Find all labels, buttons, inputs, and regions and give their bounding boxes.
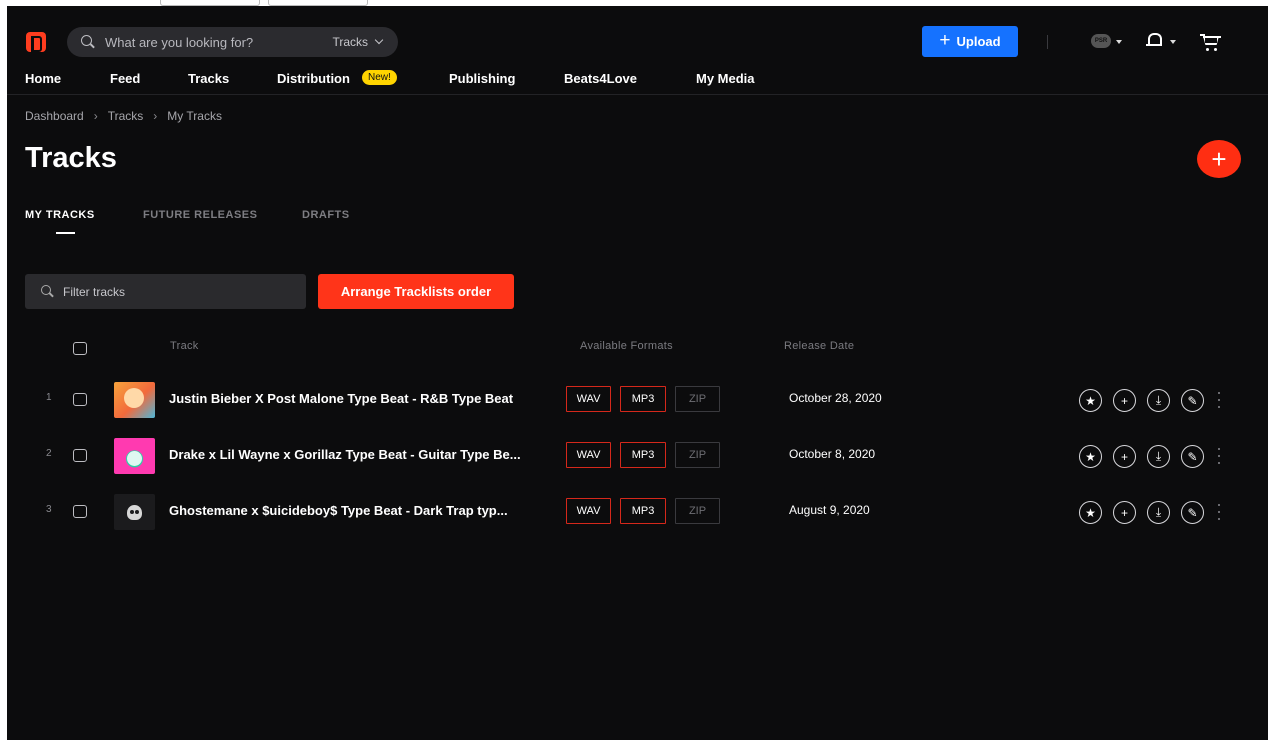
more-vertical-icon[interactable] <box>1217 504 1221 520</box>
plus-icon: + <box>939 30 951 51</box>
breadcrumb-dashboard[interactable]: Dashboard <box>25 109 84 123</box>
row-number: 1 <box>46 392 52 403</box>
column-header-formats: Available Formats <box>580 340 673 352</box>
cart-icon[interactable] <box>1200 34 1222 52</box>
bell-icon[interactable] <box>1146 31 1162 48</box>
avatar-caret-icon[interactable] <box>1116 40 1122 44</box>
breadcrumb: Dashboard › Tracks › My Tracks <box>25 109 222 123</box>
pencil-icon[interactable]: ✎ <box>1181 501 1204 524</box>
nav-feed[interactable]: Feed <box>110 71 140 86</box>
search-scope-select[interactable]: Tracks <box>332 35 368 49</box>
breadcrumb-current: My Tracks <box>167 109 222 123</box>
upload-button[interactable]: + Upload <box>922 26 1018 57</box>
chevron-down-icon <box>374 35 384 45</box>
plus-icon[interactable]: + <box>1113 501 1136 524</box>
download-icon[interactable]: ⤓ <box>1147 501 1170 524</box>
nav-my-media[interactable]: My Media <box>696 71 755 86</box>
arrange-tracklists-button[interactable]: Arrange Tracklists order <box>318 274 514 309</box>
app-window: Tracks + Upload PSR Home Feed Tracks Dis… <box>7 6 1268 740</box>
search-icon <box>41 284 55 299</box>
download-icon[interactable]: ⤓ <box>1147 445 1170 468</box>
track-title[interactable]: Drake x Lil Wayne x Gorillaz Type Beat -… <box>169 447 549 462</box>
active-tab-indicator <box>56 232 75 234</box>
plus-icon[interactable]: + <box>1113 445 1136 468</box>
table-row: 2 Drake x Lil Wayne x Gorillaz Type Beat… <box>7 436 1268 476</box>
format-mp3-badge[interactable]: MP3 <box>620 386 666 412</box>
release-date: October 28, 2020 <box>789 391 882 405</box>
notifications-caret-icon[interactable] <box>1170 40 1176 44</box>
select-all-checkbox[interactable] <box>73 342 87 355</box>
header-divider <box>1047 35 1048 49</box>
new-badge: New! <box>362 70 397 85</box>
pencil-icon[interactable]: ✎ <box>1181 445 1204 468</box>
chevron-right-icon: › <box>93 109 98 123</box>
table-row: 3 Ghostemane x $uicideboy$ Type Beat - D… <box>7 492 1268 532</box>
row-checkbox[interactable] <box>73 505 87 518</box>
row-number: 3 <box>46 504 52 515</box>
breadcrumb-tracks[interactable]: Tracks <box>108 109 144 123</box>
more-vertical-icon[interactable] <box>1217 392 1221 408</box>
track-title[interactable]: Justin Bieber X Post Malone Type Beat - … <box>169 391 549 406</box>
page-title: Tracks <box>25 142 117 174</box>
track-artwork[interactable] <box>114 494 155 530</box>
format-mp3-badge[interactable]: MP3 <box>620 498 666 524</box>
download-icon[interactable]: ⤓ <box>1147 389 1170 412</box>
track-artwork[interactable] <box>114 382 155 418</box>
top-header: Tracks + Upload PSR Home Feed Tracks Dis… <box>7 6 1268 95</box>
star-icon[interactable]: ★ <box>1079 389 1102 412</box>
search-input[interactable] <box>105 34 305 50</box>
plus-icon: + <box>1211 144 1227 174</box>
row-number: 2 <box>46 448 52 459</box>
star-icon[interactable]: ★ <box>1079 501 1102 524</box>
star-icon[interactable]: ★ <box>1079 445 1102 468</box>
plus-icon[interactable]: + <box>1113 389 1136 412</box>
release-date: October 8, 2020 <box>789 447 876 461</box>
avatar[interactable]: PSR <box>1091 34 1111 48</box>
global-search[interactable]: Tracks <box>67 27 398 57</box>
format-wav-badge[interactable]: WAV <box>566 386 611 412</box>
format-zip-badge: ZIP <box>675 442 720 468</box>
add-track-button[interactable]: + <box>1197 140 1241 178</box>
brand-logo-icon[interactable] <box>26 32 46 52</box>
nav-home[interactable]: Home <box>25 71 61 86</box>
nav-distribution[interactable]: Distribution <box>277 71 350 86</box>
column-header-release-date: Release Date <box>784 340 855 352</box>
upload-button-label: Upload <box>956 34 1001 49</box>
nav-beats4love[interactable]: Beats4Love <box>564 71 637 86</box>
chevron-right-icon: › <box>153 109 158 123</box>
format-mp3-badge[interactable]: MP3 <box>620 442 666 468</box>
tab-my-tracks[interactable]: MY TRACKS <box>25 209 95 221</box>
track-artwork[interactable] <box>114 438 155 474</box>
row-checkbox[interactable] <box>73 449 87 462</box>
track-title[interactable]: Ghostemane x $uicideboy$ Type Beat - Dar… <box>169 503 549 518</box>
search-icon <box>81 35 95 49</box>
tab-drafts[interactable]: DRAFTS <box>302 209 350 221</box>
pencil-icon[interactable]: ✎ <box>1181 389 1204 412</box>
column-header-track: Track <box>170 340 199 352</box>
format-wav-badge[interactable]: WAV <box>566 442 611 468</box>
table-row: 1 Justin Bieber X Post Malone Type Beat … <box>7 380 1268 420</box>
more-vertical-icon[interactable] <box>1217 448 1221 464</box>
filter-tracks-input[interactable] <box>63 284 283 299</box>
nav-tracks[interactable]: Tracks <box>188 71 229 86</box>
row-checkbox[interactable] <box>73 393 87 406</box>
format-zip-badge: ZIP <box>675 498 720 524</box>
format-zip-badge: ZIP <box>675 386 720 412</box>
tab-future-releases[interactable]: FUTURE RELEASES <box>143 209 257 221</box>
release-date: August 9, 2020 <box>789 503 870 517</box>
filter-tracks[interactable] <box>25 274 306 309</box>
format-wav-badge[interactable]: WAV <box>566 498 611 524</box>
nav-publishing[interactable]: Publishing <box>449 71 515 86</box>
